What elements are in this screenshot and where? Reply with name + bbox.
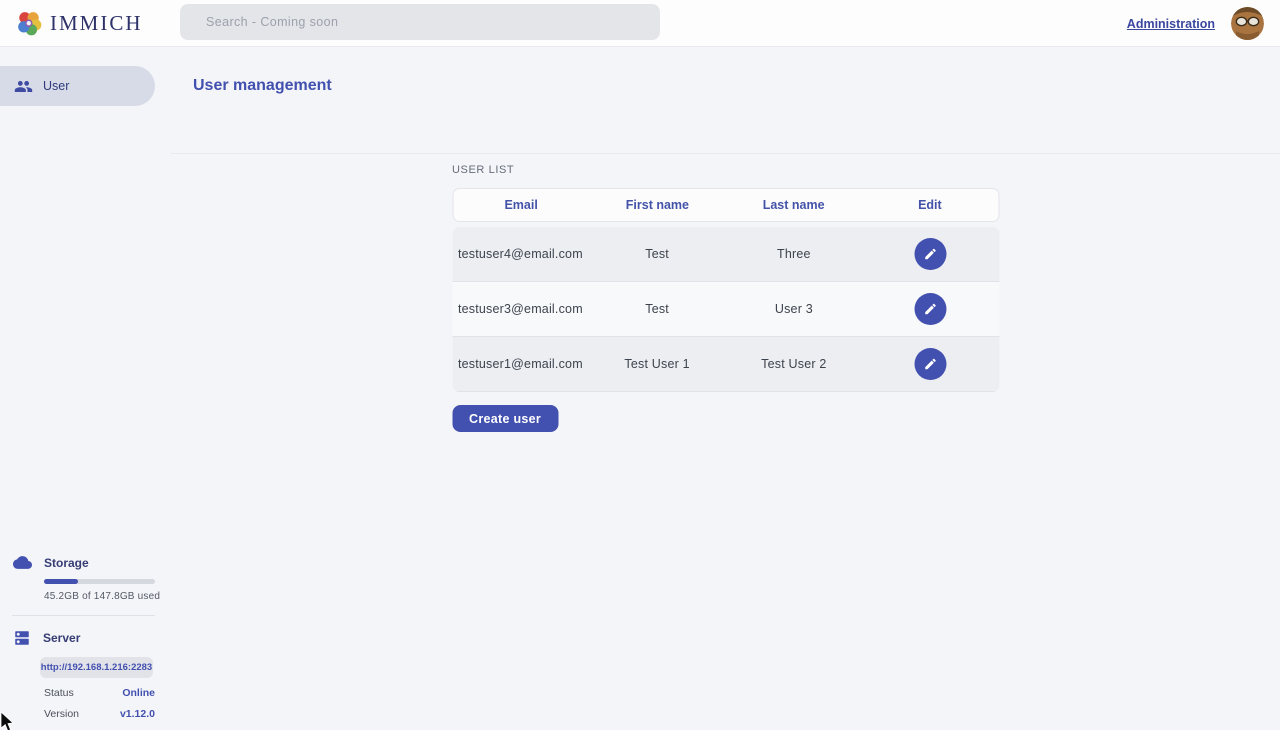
search-input[interactable] <box>180 4 660 40</box>
cell-first-name: Test User 1 <box>589 357 726 371</box>
user-table: testuser4@email.com Test Three testuser3… <box>452 227 999 392</box>
server-status-value: Online <box>122 687 155 699</box>
cell-email: testuser3@email.com <box>452 302 589 316</box>
user-avatar[interactable] <box>1231 7 1264 40</box>
edit-user-button[interactable] <box>915 348 947 380</box>
column-header-last-name: Last name <box>726 198 862 212</box>
storage-usage-text: 45.2GB of 147.8GB used <box>44 591 171 602</box>
cell-first-name: Test <box>589 302 726 316</box>
sidebar-item-label: User <box>43 79 69 93</box>
storage-progress-fill <box>44 579 78 584</box>
user-table-header: Email First name Last name Edit <box>452 188 999 222</box>
cell-first-name: Test <box>589 247 726 261</box>
table-row: testuser1@email.com Test User 1 Test Use… <box>452 337 999 392</box>
server-url-badge: http://192.168.1.216:2283 <box>40 657 153 678</box>
mouse-cursor <box>0 712 16 730</box>
app-title: IMMICH <box>50 11 143 36</box>
page-title: User management <box>193 77 332 95</box>
avatar-photo-icon <box>1231 7 1264 40</box>
cell-email: testuser4@email.com <box>452 247 589 261</box>
table-row: testuser3@email.com Test User 3 <box>452 282 999 337</box>
users-icon <box>14 77 33 96</box>
cell-email: testuser1@email.com <box>452 357 589 371</box>
storage-label: Storage <box>44 556 89 570</box>
cell-last-name: Test User 2 <box>726 357 863 371</box>
server-icon <box>13 629 31 647</box>
server-status-label: Status <box>44 687 74 699</box>
cell-last-name: User 3 <box>726 302 863 316</box>
column-header-edit: Edit <box>862 198 998 212</box>
panel-divider <box>12 615 155 616</box>
server-version-value: v1.12.0 <box>120 708 155 720</box>
server-label: Server <box>43 631 80 645</box>
sidebar-item-user[interactable]: User <box>0 66 155 106</box>
table-row: testuser4@email.com Test Three <box>452 227 999 282</box>
server-version-label: Version <box>44 708 79 720</box>
user-list-section-label: USER LIST <box>452 164 999 176</box>
cloud-icon <box>13 553 32 572</box>
top-navigation-bar: IMMICH Administration <box>0 0 1280 47</box>
main-content: User management USER LIST Email First na… <box>171 47 1280 730</box>
pencil-icon <box>924 357 938 371</box>
sidebar: User Storage 45.2GB of 147.8GB used Serv… <box>0 47 171 730</box>
column-header-email: Email <box>453 198 589 212</box>
storage-progress-bar <box>44 579 155 584</box>
edit-user-button[interactable] <box>915 293 947 325</box>
immich-flower-icon <box>16 10 42 36</box>
column-header-first-name: First name <box>589 198 725 212</box>
status-panel: Storage 45.2GB of 147.8GB used Server ht… <box>0 553 171 720</box>
administration-link[interactable]: Administration <box>1127 17 1215 31</box>
server-url: http://192.168.1.216:2283 <box>41 662 152 673</box>
edit-user-button[interactable] <box>915 238 947 270</box>
pencil-icon <box>924 302 938 316</box>
app-logo[interactable]: IMMICH <box>0 10 180 36</box>
cell-last-name: Three <box>726 247 863 261</box>
create-user-button[interactable]: Create user <box>452 405 558 432</box>
pencil-icon <box>924 247 938 261</box>
